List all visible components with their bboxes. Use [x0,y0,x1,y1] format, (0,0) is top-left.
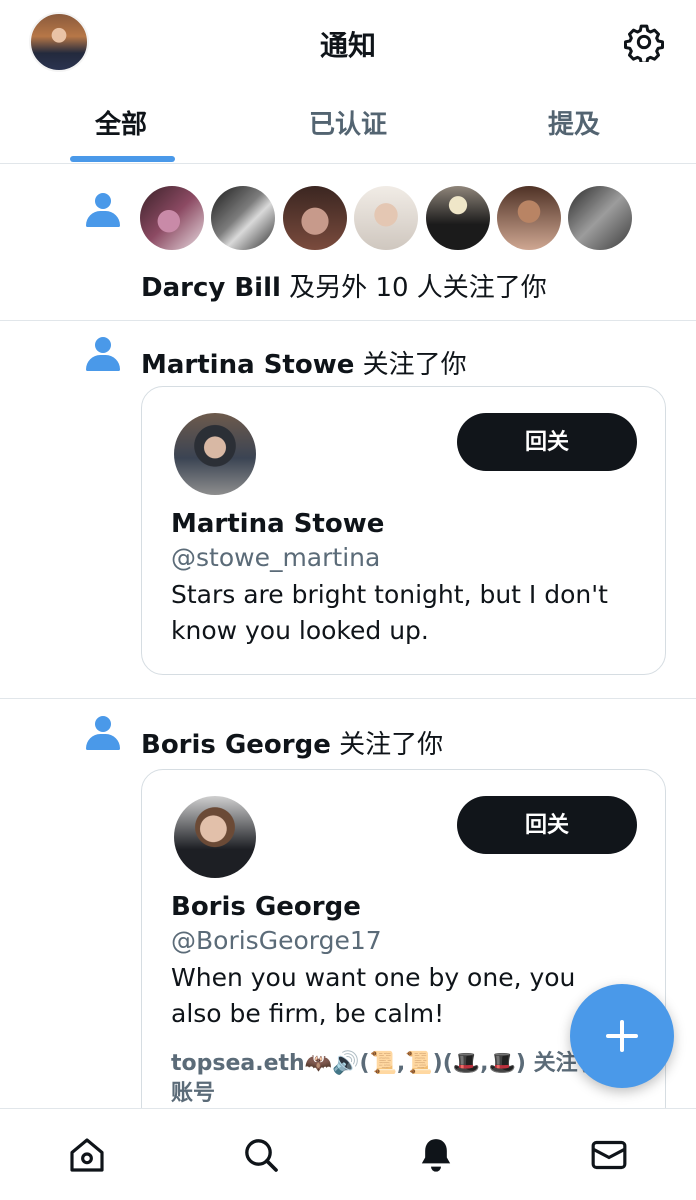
follower-avatar[interactable] [426,186,490,250]
user-bio: Stars are bright tonight, but I don't kn… [171,580,608,645]
follow-notification-text[interactable]: Boris George 关注了你 [141,724,443,761]
gear-icon[interactable] [624,22,664,62]
follow-back-button[interactable]: 回关 [457,796,637,854]
user-name[interactable]: Martina Stowe [171,509,384,539]
avatar[interactable] [174,413,256,495]
bottom-nav [0,1108,696,1200]
page-title: 通知 [319,29,376,62]
tab-all[interactable]: 全部 [95,104,147,141]
tab-verified[interactable]: 已认证 [309,104,387,141]
person-icon [86,716,120,750]
follower-avatar[interactable] [283,186,347,250]
follow-notification-text[interactable]: Martina Stowe 关注了你 [141,344,467,381]
follower-avatar[interactable] [140,186,204,250]
mail-icon[interactable] [589,1135,629,1175]
person-icon [86,193,120,227]
user-card[interactable]: 回关 Martina Stowe @stowe_martina Stars ar… [141,386,666,675]
follower-name[interactable]: Darcy Bill [141,273,281,303]
user-handle[interactable]: @BorisGeorge17 [171,926,382,955]
tab-bar: 全部 已认证 提及 [0,86,696,164]
follower-avatar[interactable] [354,186,418,250]
follower-avatar[interactable] [211,186,275,250]
top-bar: 通知 [0,0,696,86]
follow-back-button[interactable]: 回关 [457,413,637,471]
home-icon[interactable] [67,1135,107,1175]
active-tab-indicator [70,156,175,162]
divider [0,320,696,321]
user-handle[interactable]: @stowe_martina [171,543,380,572]
compose-button[interactable] [570,984,674,1088]
tab-mentions[interactable]: 提及 [548,104,600,141]
avatar[interactable] [174,796,256,878]
follower-avatar[interactable] [568,186,632,250]
person-icon [86,337,120,371]
divider [0,698,696,699]
search-icon[interactable] [241,1135,281,1175]
group-follow-text[interactable]: Darcy Bill 及另外 10 人关注了你 [141,267,547,304]
user-bio: When you want one by one, you also be fi… [171,963,576,1028]
follower-avatar[interactable] [497,186,561,250]
user-name[interactable]: Boris George [171,892,361,922]
followed-by-text[interactable]: topsea.eth🦇🔊(📜,📜)(🎩,🎩) 关注了此账号 [171,1049,641,1109]
bell-icon[interactable] [416,1135,456,1175]
